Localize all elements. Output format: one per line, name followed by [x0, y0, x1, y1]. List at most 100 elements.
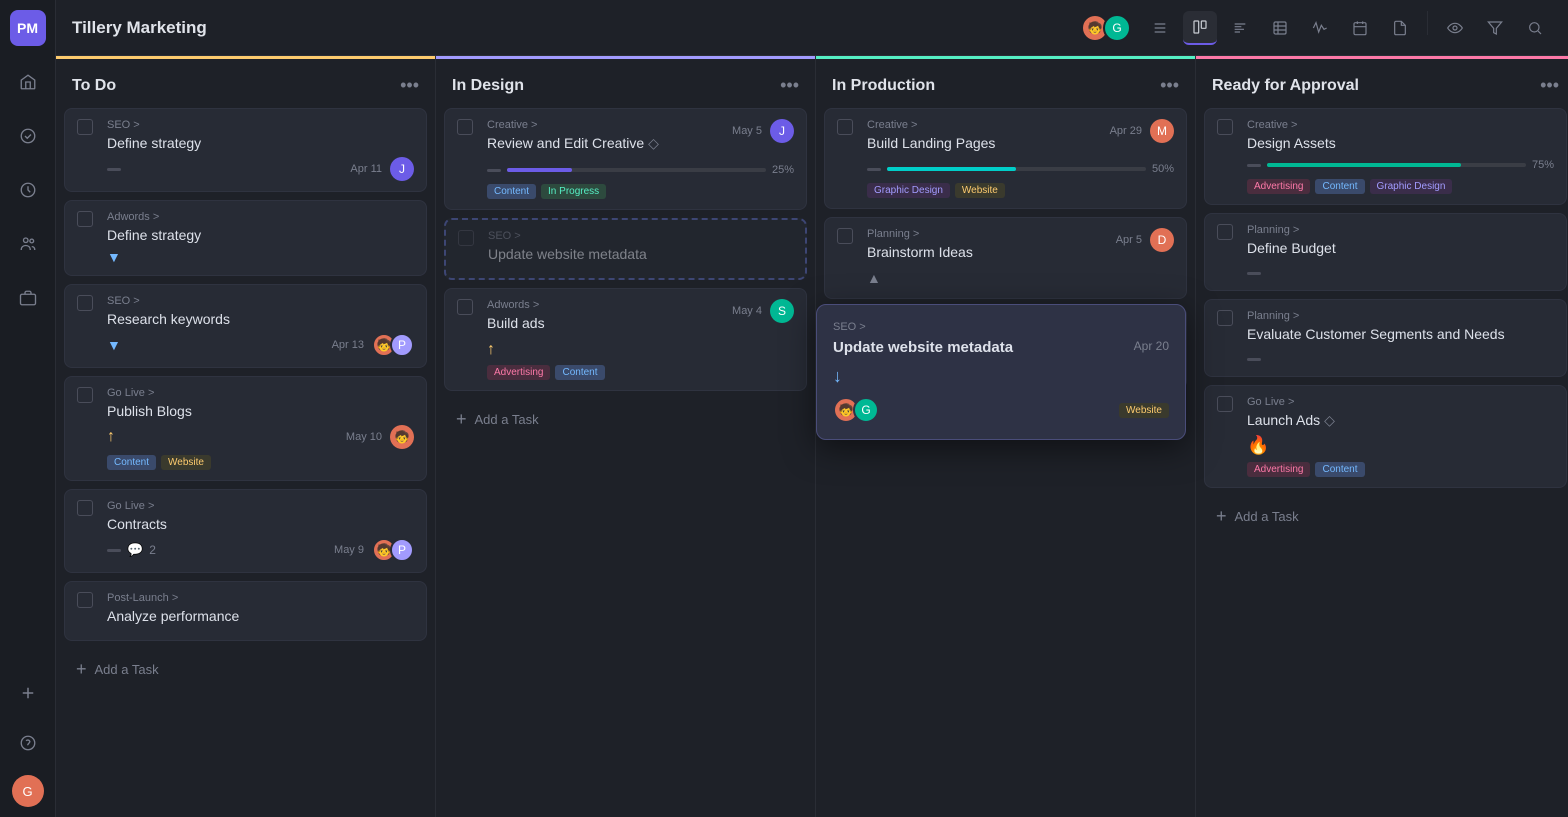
- task-checkbox[interactable]: [1217, 224, 1233, 240]
- tag: Content: [555, 365, 604, 380]
- column-todo: To Do ••• SEO > Define strategy: [56, 56, 436, 817]
- list-view-btn[interactable]: [1143, 11, 1177, 45]
- task-card[interactable]: Go Live > Launch Ads ◇ 🔥 Advertising Con…: [1204, 385, 1567, 488]
- add-task-plus-icon: +: [1216, 506, 1227, 527]
- search-btn[interactable]: [1518, 11, 1552, 45]
- task-card[interactable]: SEO > Research keywords ▼ Apr 13 🧒 P: [64, 284, 427, 368]
- task-section: Adwords >: [487, 299, 545, 311]
- add-task-plus-icon: +: [456, 409, 467, 430]
- pulse-view-btn[interactable]: [1303, 11, 1337, 45]
- column-inproduction-menu[interactable]: •••: [1160, 75, 1179, 96]
- tag: Advertising: [487, 365, 550, 380]
- popup-section: SEO >: [833, 321, 1169, 333]
- app-logo[interactable]: PM: [10, 10, 46, 46]
- column-todo-menu[interactable]: •••: [400, 75, 419, 96]
- priority-indicator: [487, 169, 501, 172]
- column-ready-menu[interactable]: •••: [1540, 75, 1559, 96]
- add-task-btn[interactable]: + Add a Task: [64, 649, 427, 690]
- task-card[interactable]: Planning > Evaluate Customer Segments an…: [1204, 299, 1567, 377]
- task-avatar: J: [390, 157, 414, 181]
- task-title: Brainstorm Ideas: [867, 244, 973, 260]
- task-card[interactable]: Planning > Brainstorm Ideas Apr 5 D ▲: [824, 217, 1187, 299]
- task-date: May 4: [732, 305, 762, 317]
- calendar-view-btn[interactable]: [1343, 11, 1377, 45]
- add-task-btn[interactable]: + Add a Task: [1204, 496, 1567, 537]
- task-date: May 10: [346, 431, 382, 443]
- filter-btn[interactable]: [1478, 11, 1512, 45]
- column-todo-header: To Do •••: [56, 56, 435, 108]
- user-avatar[interactable]: G: [12, 775, 44, 807]
- task-title: Launch Ads ◇: [1247, 412, 1554, 429]
- task-checkbox[interactable]: [458, 230, 474, 246]
- progress-label: 25%: [772, 164, 794, 176]
- sidebar-add-btn[interactable]: [10, 675, 46, 711]
- column-ready-title: Ready for Approval: [1212, 77, 1359, 95]
- task-avatar: M: [1150, 119, 1174, 143]
- task-checkbox[interactable]: [77, 592, 93, 608]
- task-card[interactable]: Creative > Design Assets 75% Advertisin: [1204, 108, 1567, 205]
- timeline-view-btn[interactable]: [1223, 11, 1257, 45]
- sidebar-help-btn[interactable]: [10, 725, 46, 761]
- task-avatar: D: [1150, 228, 1174, 252]
- column-inproduction-body: Creative > Build Landing Pages Apr 29 M: [816, 108, 1195, 817]
- task-avatar: P: [390, 538, 414, 562]
- task-checkbox[interactable]: [1217, 310, 1233, 326]
- task-title: Contracts: [107, 516, 414, 532]
- sidebar-item-home[interactable]: [10, 64, 46, 100]
- task-avatar: P: [390, 333, 414, 357]
- task-content: SEO > Define strategy Apr 11 J: [107, 119, 414, 181]
- progress-row: 75%: [1247, 157, 1554, 173]
- task-checkbox[interactable]: [837, 228, 853, 244]
- task-date: May 5: [732, 125, 762, 137]
- task-card[interactable]: Creative > Review and Edit Creative ◇ Ma…: [444, 108, 807, 210]
- sidebar-item-people[interactable]: [10, 226, 46, 262]
- fire-icon: 🔥: [1247, 435, 1269, 455]
- task-checkbox[interactable]: [457, 119, 473, 135]
- task-content: Adwords > Define strategy ▼: [107, 211, 414, 265]
- task-title: Analyze performance: [107, 608, 414, 624]
- topbar-icons: [1143, 11, 1552, 45]
- watch-btn[interactable]: [1438, 11, 1472, 45]
- task-section: Creative >: [1247, 119, 1554, 131]
- task-card[interactable]: Go Live > Contracts 💬 2 May 9: [64, 489, 427, 573]
- sidebar-item-portfolio[interactable]: [10, 280, 46, 316]
- task-card-dragging[interactable]: SEO > Update website metadata: [444, 218, 807, 280]
- sidebar-item-activity[interactable]: [10, 118, 46, 154]
- add-task-btn[interactable]: + Add a Task: [444, 399, 807, 440]
- task-checkbox[interactable]: [77, 387, 93, 403]
- task-header-right: May 5 J: [732, 119, 794, 143]
- task-checkbox[interactable]: [77, 500, 93, 516]
- priority-row: [1247, 262, 1554, 280]
- task-meta: May 9 🧒 P: [334, 538, 414, 562]
- column-indesign-body: Creative > Review and Edit Creative ◇ Ma…: [436, 108, 815, 817]
- task-card[interactable]: Adwords > Define strategy ▼: [64, 200, 427, 276]
- task-card[interactable]: Go Live > Publish Blogs ↑ May 10 🧒 Con: [64, 376, 427, 481]
- task-checkbox[interactable]: [77, 211, 93, 227]
- progress-fill: [887, 167, 1016, 171]
- popup-title: Update website metadata: [833, 339, 1013, 356]
- task-content: Post-Launch > Analyze performance: [107, 592, 414, 630]
- task-title: Define Budget: [1247, 240, 1554, 256]
- sidebar-item-time[interactable]: [10, 172, 46, 208]
- task-checkbox[interactable]: [1217, 396, 1233, 412]
- task-card[interactable]: Post-Launch > Analyze performance: [64, 581, 427, 641]
- chevron-down-icon: ▼: [107, 337, 121, 353]
- task-card[interactable]: Adwords > Build ads May 4 S ↑: [444, 288, 807, 391]
- task-card[interactable]: Creative > Build Landing Pages Apr 29 M: [824, 108, 1187, 209]
- board-view-btn[interactable]: [1183, 11, 1217, 45]
- progress-bar: [507, 168, 766, 172]
- task-checkbox[interactable]: [77, 295, 93, 311]
- board: To Do ••• SEO > Define strategy: [56, 56, 1568, 817]
- task-checkbox[interactable]: [837, 119, 853, 135]
- task-checkbox[interactable]: [1217, 119, 1233, 135]
- task-content: Creative > Design Assets 75% Advertisin: [1247, 119, 1554, 194]
- docs-view-btn[interactable]: [1383, 11, 1417, 45]
- table-view-btn[interactable]: [1263, 11, 1297, 45]
- task-card[interactable]: SEO > Define strategy Apr 11 J: [64, 108, 427, 192]
- task-avatars: 🧒 P: [372, 333, 414, 357]
- task-card[interactable]: Planning > Define Budget: [1204, 213, 1567, 291]
- task-checkbox[interactable]: [77, 119, 93, 135]
- column-indesign-menu[interactable]: •••: [780, 75, 799, 96]
- task-checkbox[interactable]: [457, 299, 473, 315]
- column-inproduction-header: In Production •••: [816, 56, 1195, 108]
